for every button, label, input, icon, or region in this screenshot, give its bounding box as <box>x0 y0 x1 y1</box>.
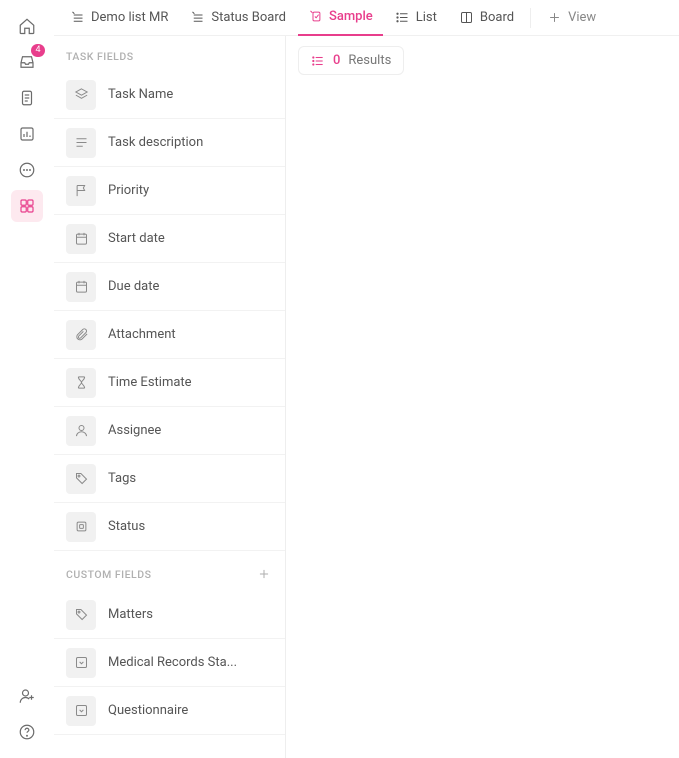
tab-status-board[interactable]: Status Board <box>180 1 296 35</box>
field-row[interactable]: Matters <box>54 591 285 639</box>
results-count: 0 <box>333 53 340 68</box>
task-fields-header: TASK FIELDS <box>54 36 285 71</box>
rail-more[interactable] <box>11 154 43 186</box>
nav-rail: 4 <box>0 0 54 758</box>
tab-board[interactable]: Board <box>449 1 524 35</box>
dropdown-icon <box>66 648 96 678</box>
field-label: Matters <box>108 607 153 622</box>
field-label: Status <box>108 519 145 534</box>
flag-icon <box>66 176 96 206</box>
doc-pin-icon <box>308 9 323 24</box>
custom-fields-header: CUSTOM FIELDS <box>54 551 285 591</box>
rail-apps[interactable] <box>11 190 43 222</box>
fields-panel: TASK FIELDS Task Name Task description Pri… <box>54 36 286 758</box>
user-icon <box>66 416 96 446</box>
results-area: 0 Results <box>286 36 679 758</box>
fields-scroll[interactable]: TASK FIELDS Task Name Task description Pri… <box>54 36 285 758</box>
field-row[interactable]: Task Name <box>54 71 285 119</box>
field-row[interactable]: Status <box>54 503 285 551</box>
field-label: Tags <box>108 471 136 486</box>
field-label: Priority <box>108 183 149 198</box>
rail-inbox[interactable]: 4 <box>11 46 43 78</box>
add-view-button[interactable]: View <box>537 1 606 35</box>
field-label: Questionnaire <box>108 703 188 718</box>
user-plus-icon <box>18 687 36 705</box>
add-custom-field-button[interactable] <box>255 565 273 583</box>
rail-docs[interactable] <box>11 82 43 114</box>
calendar-icon <box>66 224 96 254</box>
section-title: CUSTOM FIELDS <box>66 568 151 581</box>
content: TASK FIELDS Task Name Task description Pri… <box>54 36 679 758</box>
field-label: Attachment <box>108 327 176 342</box>
calendar-icon <box>66 272 96 302</box>
rail-invite[interactable] <box>11 680 43 712</box>
tab-label: Board <box>480 10 514 25</box>
rail-dashboards[interactable] <box>11 118 43 150</box>
list-icon <box>311 54 325 68</box>
field-label: Medical Records Sta... <box>108 655 237 670</box>
more-icon <box>18 161 36 179</box>
tab-label: Status Board <box>211 10 286 25</box>
tag-icon <box>66 464 96 494</box>
field-row[interactable]: Time Estimate <box>54 359 285 407</box>
layers-icon <box>66 80 96 110</box>
list-icon <box>395 10 410 25</box>
section-title: TASK FIELDS <box>66 50 134 63</box>
chart-icon <box>18 125 36 143</box>
list-pin-icon <box>190 10 205 25</box>
tab-demo-list-mr[interactable]: Demo list MR <box>60 1 178 35</box>
tab-list[interactable]: List <box>385 1 447 35</box>
tab-label: List <box>416 10 437 25</box>
tab-label: Sample <box>329 9 373 24</box>
plus-icon <box>547 10 562 25</box>
square-icon <box>66 512 96 542</box>
field-label: Time Estimate <box>108 375 192 390</box>
tab-label: Demo list MR <box>91 10 168 25</box>
paperclip-icon <box>66 320 96 350</box>
field-label: Start date <box>108 231 165 246</box>
dropdown-icon <box>66 696 96 726</box>
rail-help[interactable] <box>11 716 43 748</box>
results-label: Results <box>348 53 391 68</box>
inbox-badge: 4 <box>31 44 45 57</box>
field-row[interactable]: Assignee <box>54 407 285 455</box>
text-icon <box>66 128 96 158</box>
hourglass-icon <box>66 368 96 398</box>
main: Demo list MR Status Board Sample List Bo… <box>54 0 679 758</box>
field-label: Assignee <box>108 423 161 438</box>
grid-icon <box>18 197 36 215</box>
field-row[interactable]: Due date <box>54 263 285 311</box>
field-row[interactable]: Attachment <box>54 311 285 359</box>
add-view-label: View <box>568 10 596 25</box>
tag-icon <box>66 600 96 630</box>
field-row[interactable]: Questionnaire <box>54 687 285 735</box>
view-tabs: Demo list MR Status Board Sample List Bo… <box>54 0 679 36</box>
field-label: Task description <box>108 135 203 150</box>
results-chip[interactable]: 0 Results <box>298 46 404 75</box>
home-icon <box>18 17 36 35</box>
field-row[interactable]: Priority <box>54 167 285 215</box>
field-row[interactable]: Medical Records Sta... <box>54 639 285 687</box>
field-label: Due date <box>108 279 159 294</box>
field-row[interactable]: Task description <box>54 119 285 167</box>
field-row[interactable]: Start date <box>54 215 285 263</box>
plus-icon <box>257 567 271 581</box>
field-row[interactable]: Tags <box>54 455 285 503</box>
list-pin-icon <box>70 10 85 25</box>
rail-home[interactable] <box>11 10 43 42</box>
board-icon <box>459 10 474 25</box>
help-icon <box>18 723 36 741</box>
doc-icon <box>18 89 36 107</box>
tab-sample[interactable]: Sample <box>298 0 383 36</box>
field-label: Task Name <box>108 87 173 102</box>
tab-separator <box>530 8 531 28</box>
